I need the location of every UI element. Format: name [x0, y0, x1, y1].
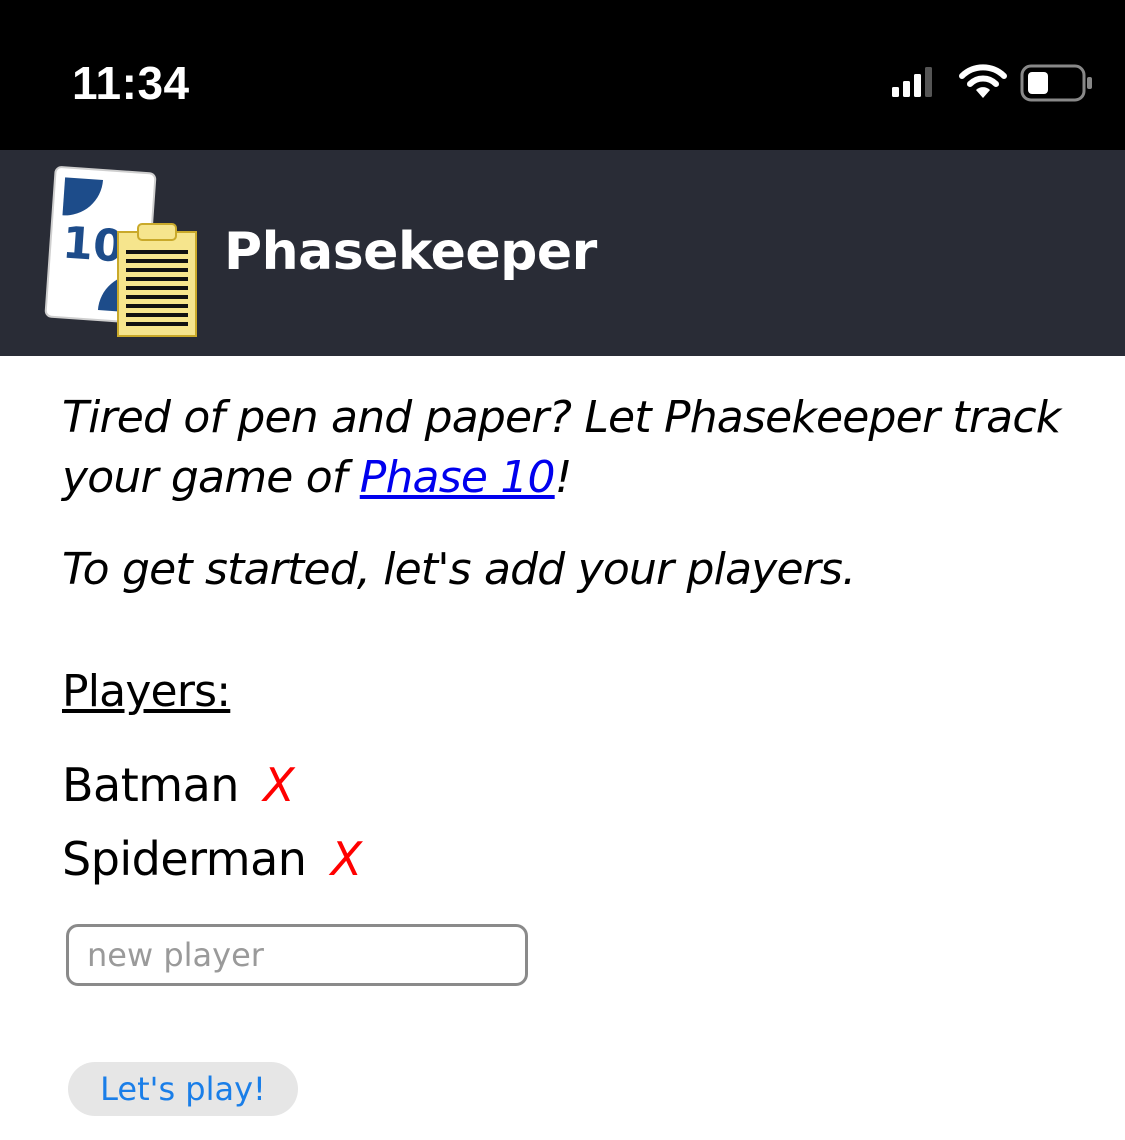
intro-text: Tired of pen and paper? Let Phasekeeper … [62, 388, 1062, 508]
app-title: Phasekeeper [224, 222, 597, 282]
battery-icon [1020, 64, 1092, 102]
remove-player-button[interactable]: X [331, 832, 363, 886]
signal-icon [892, 67, 932, 97]
app-logo-icon: 10 [44, 166, 197, 337]
status-time: 11:34 [72, 57, 190, 109]
lets-play-button[interactable]: Let's play! [68, 1062, 298, 1116]
intro-section: Tired of pen and paper? Let Phasekeeper … [62, 388, 1062, 600]
phase10-link[interactable]: Phase 10 [360, 452, 556, 503]
intro-instructions: To get started, let's add your players. [62, 544, 856, 595]
player-name: Batman [62, 758, 239, 812]
logo-card-number: 10 [61, 217, 126, 272]
app-header: 10 Phasekeeper [0, 150, 1125, 356]
players-heading: Players: [62, 666, 231, 717]
player-row: Batman X [62, 758, 295, 812]
new-player-input[interactable] [66, 924, 528, 986]
remove-player-button[interactable]: X [263, 758, 295, 812]
intro-text-after: ! [554, 452, 573, 503]
status-bar: 11:34 [0, 0, 1125, 150]
player-name: Spiderman [62, 832, 307, 886]
player-row: Spiderman X [62, 832, 362, 886]
wifi-icon [959, 64, 1007, 98]
